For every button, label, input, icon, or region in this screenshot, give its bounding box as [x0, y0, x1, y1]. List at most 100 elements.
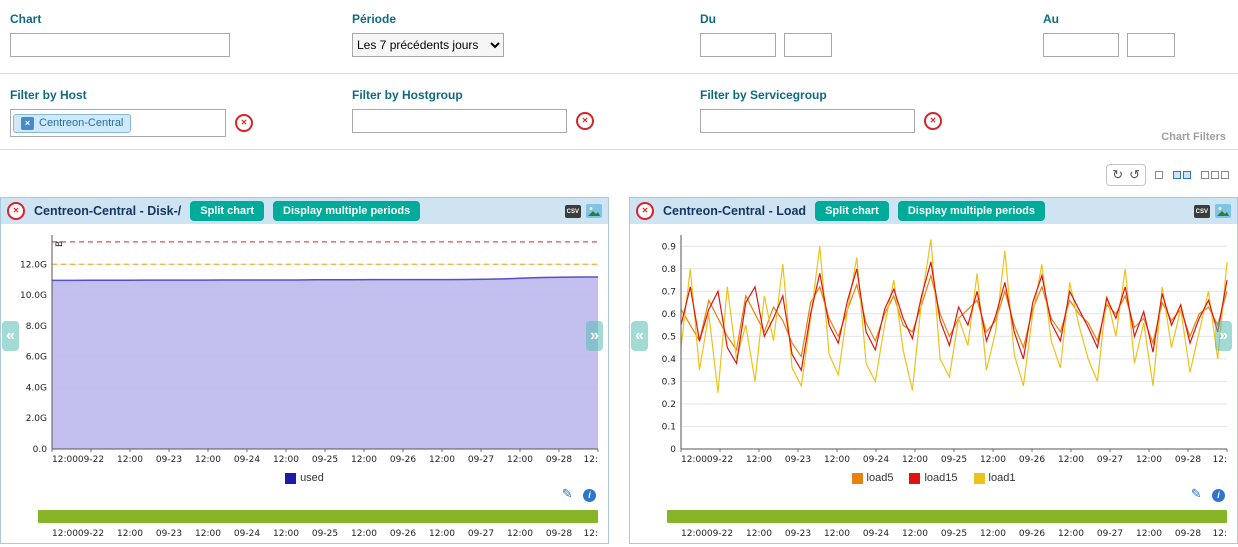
hostgroup-filter-input[interactable] [352, 109, 567, 133]
svg-text:09-27: 09-27 [468, 529, 494, 539]
svg-text:09-24: 09-24 [234, 455, 260, 465]
svg-text:12:00: 12:00 [980, 529, 1006, 539]
du-label: Du [700, 12, 1043, 26]
du-date-input[interactable] [700, 33, 776, 57]
export-image-icon[interactable] [586, 204, 602, 218]
host-filter-tag: × Centreon-Central [13, 114, 131, 133]
clear-host-filter-icon[interactable]: ✕ [235, 114, 253, 132]
legend-item-load1[interactable]: load1 [974, 472, 1016, 484]
svg-text:12:00: 12:00 [351, 455, 377, 465]
svg-text:12:00: 12:00 [195, 455, 221, 465]
svg-text:12:00: 12:00 [824, 529, 850, 539]
legend-color-swatch [852, 473, 863, 484]
export-image-icon[interactable] [1215, 204, 1231, 218]
clear-servicegroup-filter-icon[interactable]: ✕ [924, 112, 942, 130]
svg-text:6.0G: 6.0G [26, 353, 47, 363]
chart-title: Centreon-Central - Disk-/ [34, 204, 181, 218]
split-chart-button[interactable]: Split chart [815, 201, 889, 221]
svg-text:0.3: 0.3 [662, 377, 676, 387]
chart-panel-disk: ✕ Centreon-Central - Disk-/ Split chart … [0, 197, 609, 544]
series-used-area [52, 277, 598, 449]
scroll-left-button[interactable]: « [2, 321, 19, 351]
close-chart-icon[interactable]: ✕ [7, 202, 25, 220]
au-date-input[interactable] [1043, 33, 1119, 57]
svg-text:0.2: 0.2 [662, 400, 676, 410]
svg-text:09-25: 09-25 [941, 455, 967, 465]
chart-filter-input[interactable] [10, 33, 230, 57]
edit-chart-icon[interactable]: ✎ [1191, 486, 1202, 501]
svg-text:09-22: 09-22 [707, 455, 733, 465]
au-label: Au [1043, 12, 1228, 26]
auto-refresh-icon[interactable]: ↺ [1129, 167, 1140, 183]
remove-host-tag-icon[interactable]: × [21, 117, 34, 130]
chart-panels: ✕ Centreon-Central - Disk-/ Split chart … [0, 197, 1238, 544]
legend-item-load15[interactable]: load15 [909, 472, 957, 484]
svg-text:09-23: 09-23 [785, 455, 811, 465]
servicegroup-filter-input[interactable] [700, 109, 915, 133]
svg-text:09-27: 09-27 [468, 455, 494, 465]
clear-hostgroup-filter-icon[interactable]: ✕ [576, 112, 594, 130]
export-csv-icon[interactable]: CSV [565, 205, 581, 218]
legend-color-swatch [974, 473, 985, 484]
timeline-selector[interactable]: 12:0009-2212:0009-2312:0009-2412:0009-25… [630, 502, 1237, 543]
three-column-layout-icon[interactable] [1200, 171, 1230, 179]
svg-text:09-28: 09-28 [1175, 529, 1201, 539]
periode-select[interactable]: Les 7 précédents jours [352, 33, 504, 57]
timeline-bar[interactable] [38, 510, 598, 523]
svg-text:12:00: 12:00 [681, 455, 707, 465]
svg-text:12:00: 12:00 [902, 455, 928, 465]
close-chart-icon[interactable]: ✕ [636, 202, 654, 220]
filter-row-secondary: Filter by Host × Centreon-Central ✕ Filt… [0, 74, 1238, 150]
legend-label: used [300, 472, 324, 484]
export-csv-icon[interactable]: CSV [1194, 205, 1210, 218]
edit-chart-icon[interactable]: ✎ [562, 486, 573, 501]
svg-text:0: 0 [670, 445, 676, 455]
one-column-layout-icon[interactable] [1154, 171, 1164, 179]
legend-item-load5[interactable]: load5 [852, 472, 894, 484]
svg-text:12:00: 12:00 [429, 455, 455, 465]
timeline-bar[interactable] [667, 510, 1227, 523]
svg-text:09-24: 09-24 [863, 529, 889, 539]
legend-item-used[interactable]: used [285, 472, 324, 484]
refresh-icon[interactable]: ↻ [1112, 167, 1123, 183]
svg-text:09-28: 09-28 [546, 529, 572, 539]
svg-text:12:00: 12:00 [681, 529, 707, 539]
svg-text:12:00: 12:00 [1058, 455, 1084, 465]
disk-usage-chart[interactable]: 0.02.0G4.0G6.0G8.0G10.0G12.0G12:0009-221… [4, 227, 608, 468]
au-time-input[interactable] [1127, 33, 1175, 57]
series-load15 [681, 262, 1227, 370]
display-multiple-periods-button[interactable]: Display multiple periods [898, 201, 1045, 221]
timeline-selector[interactable]: 12:0009-2212:0009-2312:0009-2412:0009-25… [1, 502, 608, 543]
svg-text:09-26: 09-26 [1019, 529, 1045, 539]
scroll-right-button[interactable]: » [1215, 321, 1232, 351]
chart-canvas[interactable]: 00.10.20.30.40.50.60.70.80.912:0009-2212… [633, 227, 1233, 465]
view-toolbar: ↻ ↺ [0, 150, 1238, 197]
svg-text:09-22: 09-22 [78, 455, 104, 465]
svg-text:12:00: 12:00 [824, 455, 850, 465]
chart-canvas[interactable]: 0.02.0G4.0G6.0G8.0G10.0G12.0G12:0009-221… [4, 227, 604, 465]
servicegroup-filter-label: Filter by Servicegroup [700, 88, 1043, 102]
periode-label: Période [352, 12, 700, 26]
svg-text:09-23: 09-23 [785, 529, 811, 539]
display-multiple-periods-button[interactable]: Display multiple periods [273, 201, 420, 221]
legend-color-swatch [285, 473, 296, 484]
svg-text:09-24: 09-24 [234, 529, 260, 539]
panel-header: ✕ Centreon-Central - Disk-/ Split chart … [1, 198, 608, 224]
chart-info-icon[interactable]: i [583, 489, 596, 502]
scroll-right-button[interactable]: » [586, 321, 603, 351]
host-filter-input[interactable]: × Centreon-Central [10, 109, 226, 137]
split-chart-button[interactable]: Split chart [190, 201, 264, 221]
svg-text:09-23: 09-23 [156, 529, 182, 539]
svg-text:2.0G: 2.0G [26, 414, 47, 424]
svg-text:12:00: 12:00 [746, 529, 772, 539]
two-column-layout-icon[interactable] [1172, 171, 1192, 179]
du-time-input[interactable] [784, 33, 832, 57]
svg-text:0.7: 0.7 [662, 287, 676, 297]
chart-info-icon[interactable]: i [1212, 489, 1225, 502]
legend-label: load15 [924, 472, 957, 484]
scroll-left-button[interactable]: « [631, 321, 648, 351]
load-chart[interactable]: 00.10.20.30.40.50.60.70.80.912:0009-2212… [633, 227, 1237, 468]
svg-text:12:00: 12:00 [902, 529, 928, 539]
svg-text:10.0G: 10.0G [20, 291, 47, 301]
svg-text:12:00: 12:00 [273, 529, 299, 539]
